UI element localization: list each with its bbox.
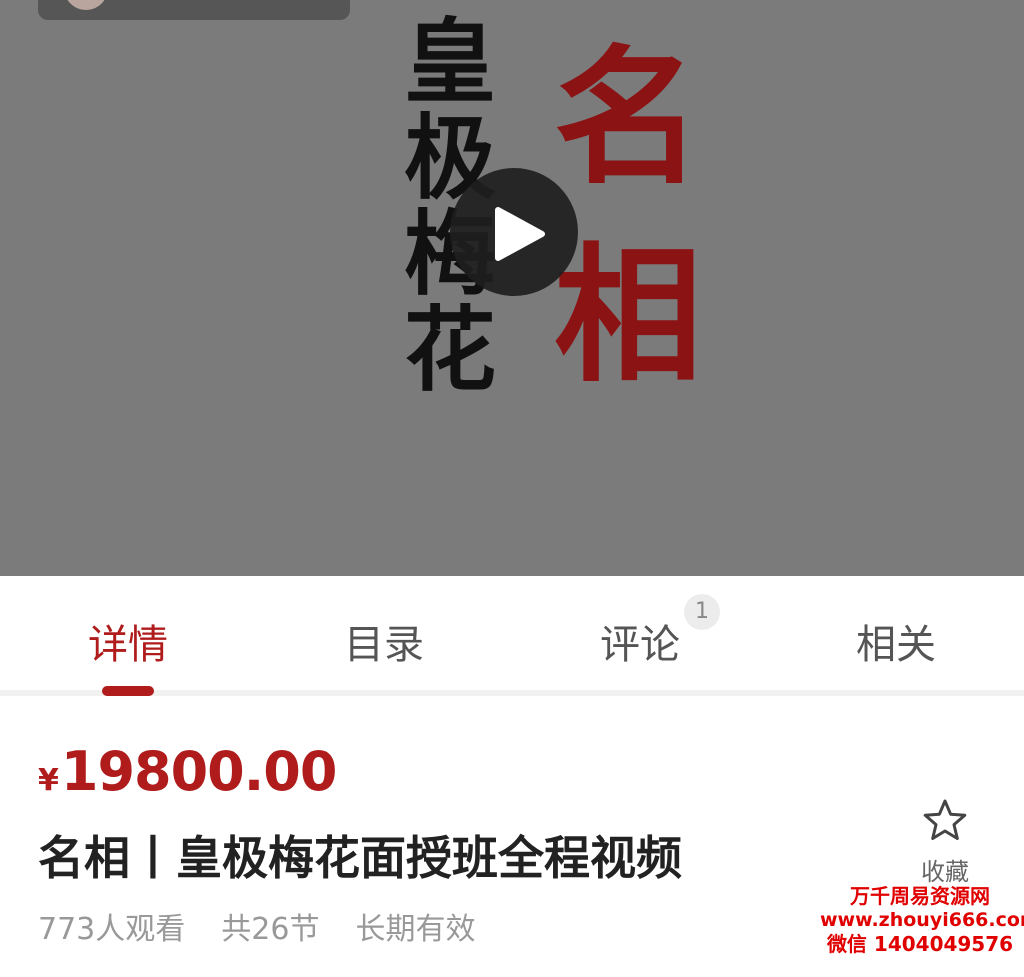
tab-details[interactable]: 详情 [0, 576, 256, 696]
star-outline-icon [923, 799, 967, 840]
tab-label: 评论 [600, 622, 680, 668]
view-count: 773人观看 [38, 912, 186, 947]
play-icon [495, 207, 545, 261]
currency-symbol: ¥ [38, 763, 59, 798]
cover-char: 皇 [403, 8, 496, 116]
video-player[interactable]: 皇 极 梅 花 名 相 [0, 0, 1024, 576]
tab-label: 详情 [88, 622, 168, 668]
cover-char: 名 [554, 30, 702, 204]
watermark: 万千周易资源网 www.zhouyi666.com 微信 1404049576 [820, 884, 1024, 956]
watermark-line: www.zhouyi666.com [820, 909, 1024, 931]
watermark-line: 万千周易资源网 [850, 884, 990, 908]
tab-catalog[interactable]: 目录 [256, 576, 512, 690]
section-count: 共26节 [221, 912, 320, 947]
cover-char: 花 [403, 296, 496, 404]
author-pill[interactable] [38, 0, 350, 20]
favorite-button[interactable]: 收藏 [912, 798, 978, 887]
play-button[interactable] [450, 168, 578, 296]
course-title: 名相丨皇极梅花面授班全程视频 [38, 831, 682, 885]
tab-label: 相关 [856, 622, 936, 668]
tab-related[interactable]: 相关 [768, 576, 1024, 690]
price-amount: 19800.00 [60, 740, 338, 803]
avatar [64, 0, 108, 10]
price: ¥ 19800.00 [38, 740, 338, 803]
active-tab-indicator [102, 686, 154, 696]
tab-comments[interactable]: 评论 1 [512, 576, 768, 690]
tab-label: 目录 [344, 622, 424, 668]
watermark-line: 微信 1404049576 [826, 932, 1014, 956]
favorite-label: 收藏 [921, 858, 969, 886]
validity: 长期有效 [355, 912, 476, 947]
tab-bar: 详情 目录 评论 1 相关 [0, 576, 1024, 696]
comment-count-badge: 1 [684, 594, 720, 630]
course-meta: 773人观看 共26节 长期有效 [38, 904, 475, 948]
